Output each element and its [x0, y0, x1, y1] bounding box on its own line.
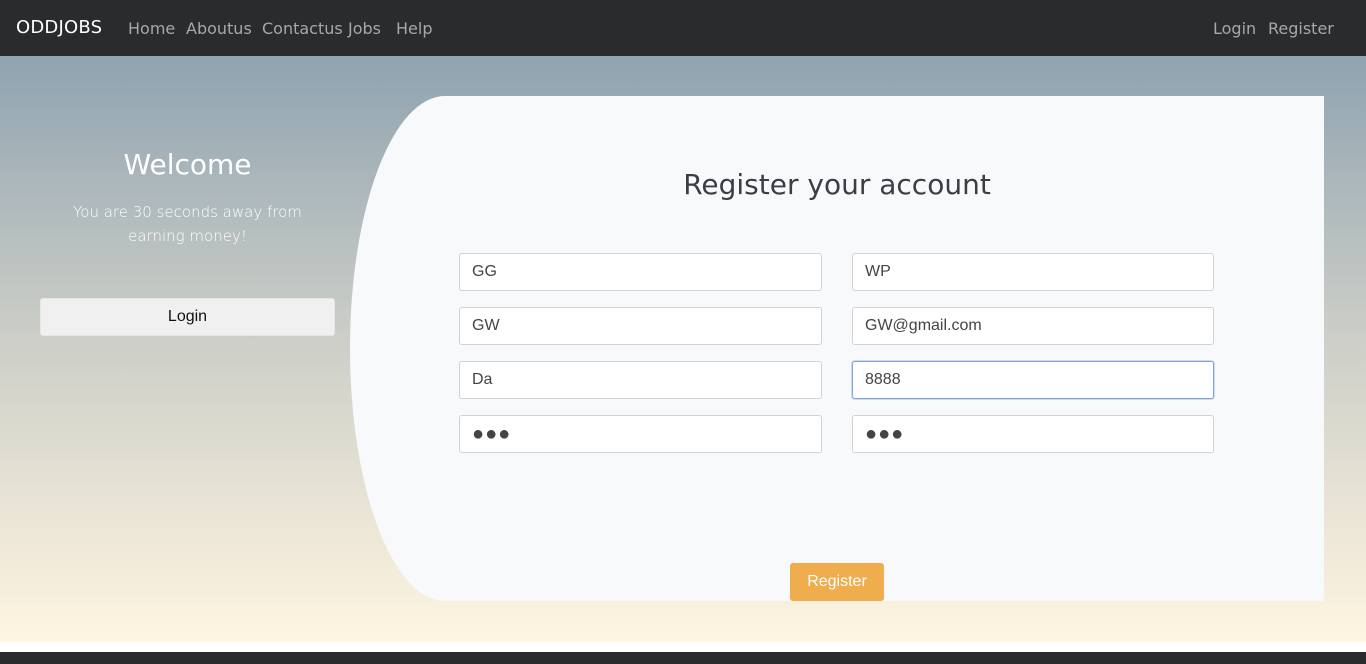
nav-home[interactable]: Home — [128, 19, 175, 38]
password-field[interactable]: ●●● — [459, 415, 822, 453]
nav-help[interactable]: Help — [396, 19, 432, 38]
footer — [0, 652, 1366, 664]
welcome-subtitle: You are 30 seconds away from earning mon… — [73, 203, 302, 245]
login-button[interactable]: Login — [40, 298, 335, 336]
phone-field[interactable]: 8888 — [852, 361, 1214, 399]
first-name-field[interactable]: GG — [459, 253, 822, 291]
brand-logo[interactable]: ODDJOBS — [16, 17, 102, 38]
email-field[interactable]: GW@gmail.com — [852, 307, 1214, 345]
nav-register[interactable]: Register — [1268, 19, 1334, 38]
nav-jobs[interactable]: Jobs — [348, 19, 381, 38]
location-field[interactable]: Da — [459, 361, 822, 399]
nav-aboutus[interactable]: Aboutus — [186, 19, 252, 38]
register-panel: Register your account GG WP GW GW@gmail.… — [350, 96, 1324, 601]
separator — [0, 642, 1366, 652]
username-field[interactable]: GW — [459, 307, 822, 345]
welcome-title: Welcome — [123, 148, 252, 181]
form-title: Register your account — [683, 168, 991, 201]
nav-contactus[interactable]: Contactus — [262, 19, 343, 38]
confirm-password-field[interactable]: ●●● — [852, 415, 1214, 453]
navbar: ODDJOBS Home Aboutus Contactus Jobs Help… — [0, 0, 1366, 56]
register-button[interactable]: Register — [790, 563, 884, 601]
nav-login[interactable]: Login — [1213, 19, 1256, 38]
last-name-field[interactable]: WP — [852, 253, 1214, 291]
